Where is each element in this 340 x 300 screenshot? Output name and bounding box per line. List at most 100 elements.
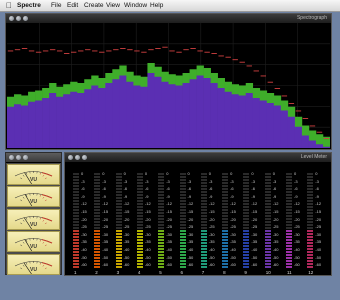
- level-segment: [136, 194, 143, 197]
- level-segment: [179, 239, 186, 242]
- scale-tick-label: -30: [144, 231, 151, 237]
- level-segment: [307, 242, 314, 245]
- minimize-button[interactable]: [16, 16, 21, 21]
- level-segment: [264, 242, 271, 245]
- spectrum-band-green: [224, 81, 232, 93]
- peak-marker: [49, 49, 56, 51]
- level-segment: [94, 224, 101, 227]
- level-segment: [136, 221, 143, 224]
- level-segment: [286, 212, 292, 215]
- level-segment: [264, 224, 271, 227]
- scale-tick-label: -30: [294, 231, 300, 237]
- scale-tick-label: -20: [230, 216, 236, 222]
- scale-tick-label: -35: [166, 239, 172, 245]
- menu-edit[interactable]: Edit: [67, 0, 78, 11]
- level-segment: [136, 179, 143, 182]
- level-segment: [243, 209, 250, 212]
- vu-meter: VU: [7, 164, 60, 185]
- peak-marker: [78, 50, 84, 52]
- level-segment: [264, 185, 271, 188]
- zoom-button[interactable]: [23, 16, 28, 21]
- spectrum-band: [28, 101, 36, 148]
- level-segment: [94, 239, 101, 242]
- spectrum-band-green: [182, 73, 190, 84]
- level-segment: [115, 215, 122, 218]
- level-segment: [179, 236, 186, 239]
- scale-tick-label: -6: [272, 186, 277, 192]
- vu-label: VU: [30, 221, 37, 228]
- peak-marker: [35, 51, 42, 53]
- spectrum-band: [210, 83, 218, 148]
- scale-tick-label: -50: [144, 254, 151, 260]
- level-segment: [73, 230, 79, 233]
- spectrum-band: [14, 104, 22, 148]
- scale-tick-label: -35: [230, 239, 236, 245]
- level-segment: [158, 206, 165, 209]
- level-segment: [179, 251, 186, 254]
- level-segment: [158, 221, 165, 224]
- level-window-title: Level Meter: [300, 154, 327, 160]
- scale-tick-label: -9: [251, 193, 255, 199]
- close-button[interactable]: [9, 16, 14, 21]
- level-segment: [264, 188, 271, 191]
- level-segment: [158, 185, 165, 188]
- level-segment: [307, 257, 314, 260]
- level-segment: [115, 236, 122, 239]
- spectrum-band: [273, 105, 282, 148]
- level-segment: [94, 185, 101, 188]
- level-segment: [94, 245, 101, 248]
- vu-titlebar[interactable]: [6, 153, 61, 163]
- spectrum-band-green: [56, 86, 64, 98]
- level-segment: [307, 209, 314, 212]
- level-segment: [94, 233, 101, 236]
- level-segment: [264, 251, 271, 254]
- scale-tick-label: -60: [294, 262, 300, 268]
- channel-label: 5: [159, 270, 162, 275]
- minimize-button[interactable]: [16, 155, 21, 160]
- scale-tick-label: -20: [272, 216, 279, 222]
- spectrum-band: [63, 94, 71, 148]
- close-button[interactable]: [68, 155, 73, 160]
- spectrum-band-green: [63, 84, 71, 95]
- level-segment: [222, 200, 229, 203]
- level-segment: [115, 212, 122, 215]
- app-menu[interactable]: Spectre: [17, 0, 41, 11]
- spectrum-band-green: [35, 90, 43, 101]
- menu-window[interactable]: Window: [124, 0, 147, 11]
- scale-tick-label: -20: [187, 216, 194, 222]
- level-segment: [307, 245, 314, 248]
- menu-help[interactable]: Help: [150, 0, 163, 11]
- level-segment: [243, 242, 250, 245]
- level-segment: [222, 212, 229, 215]
- level-segment: [94, 254, 101, 257]
- scale-tick-label: -40: [294, 247, 300, 252]
- close-button[interactable]: [9, 155, 14, 160]
- spectrum-band: [49, 93, 57, 148]
- level-segment: [73, 245, 79, 248]
- scale-tick-label: -25: [315, 224, 322, 230]
- minimize-button[interactable]: [75, 155, 80, 160]
- level-segment: [73, 227, 79, 230]
- level-segment: [136, 215, 143, 218]
- zoom-button[interactable]: [23, 155, 28, 160]
- level-segment: [115, 206, 122, 209]
- level-titlebar[interactable]: Level Meter: [65, 153, 331, 163]
- level-segment: [243, 254, 250, 257]
- peak-marker: [260, 75, 267, 77]
- level-segment: [307, 233, 314, 236]
- apple-menu-icon[interactable]: : [6, 0, 12, 11]
- level-segment: [200, 221, 207, 224]
- level-segment: [158, 188, 165, 191]
- level-bar: [286, 173, 292, 269]
- level-segment: [73, 209, 79, 212]
- scale-tick-label: -15: [294, 209, 300, 214]
- peak-marker: [323, 138, 330, 139]
- level-segment: [115, 173, 122, 176]
- peak-marker: [316, 131, 323, 133]
- menu-create[interactable]: Create: [84, 0, 104, 11]
- menu-file[interactable]: File: [51, 0, 61, 11]
- level-segment: [286, 221, 292, 224]
- level-bar: [73, 173, 79, 269]
- zoom-button[interactable]: [82, 155, 87, 160]
- menu-view[interactable]: View: [106, 0, 120, 11]
